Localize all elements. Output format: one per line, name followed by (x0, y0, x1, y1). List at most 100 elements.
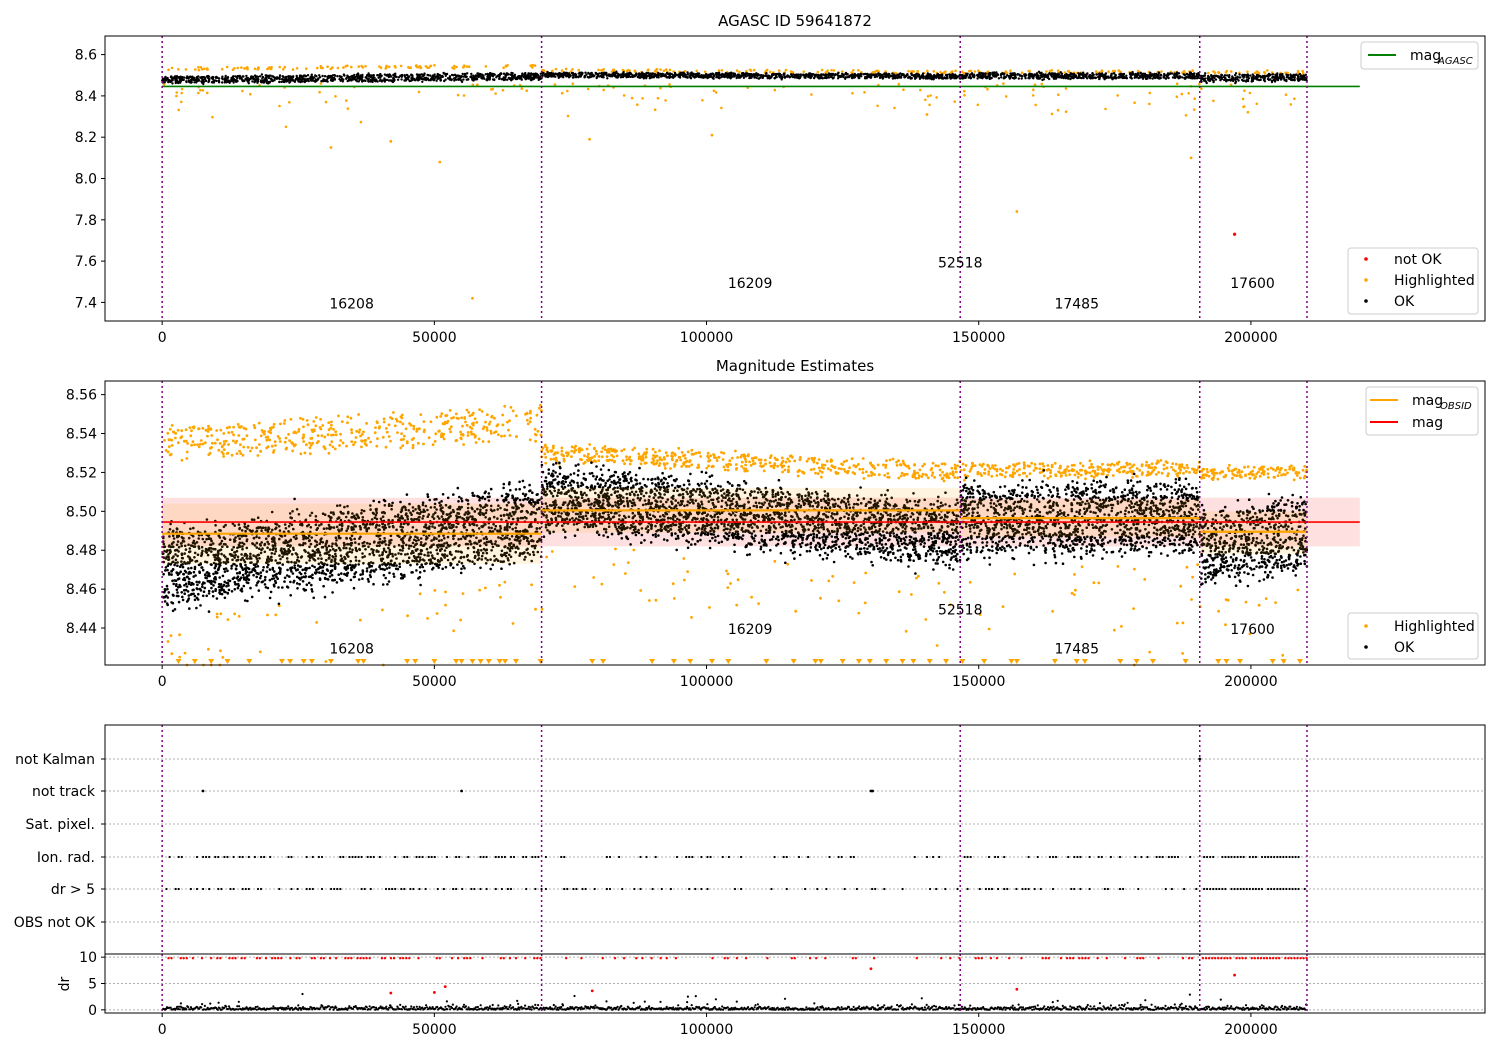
ok-point (1008, 77, 1011, 80)
highlighted-point (1160, 70, 1163, 73)
highlighted-point (1009, 69, 1012, 72)
highlighted-point (841, 463, 844, 466)
highlighted-point (788, 454, 792, 458)
highlighted-point (1175, 82, 1179, 85)
highlighted-point (330, 433, 333, 437)
highlighted-point (231, 68, 235, 71)
ok-point (783, 75, 786, 79)
ok-point (1133, 76, 1136, 80)
highlighted-point (1084, 477, 1087, 481)
ok-point (925, 74, 928, 77)
ok-point (191, 75, 194, 78)
ok-point (1232, 79, 1235, 83)
highlighted-point (857, 69, 860, 72)
ok-point (1023, 73, 1026, 77)
highlighted-point (897, 476, 901, 480)
ok-point (471, 78, 474, 82)
highlighted-point (448, 427, 452, 431)
highlighted-point (744, 463, 747, 467)
highlighted-point (485, 428, 489, 432)
highlighted-point (607, 450, 611, 454)
highlighted-point (1075, 470, 1079, 474)
highlighted-point (306, 423, 310, 427)
highlighted-point (211, 441, 214, 445)
ok-point (262, 81, 265, 84)
highlighted-point (1232, 468, 1236, 472)
highlighted-point (1059, 464, 1062, 468)
highlighted-point (919, 88, 922, 92)
highlighted-point (443, 420, 447, 424)
highlighted-point (345, 99, 348, 102)
highlighted-point (757, 602, 760, 605)
highlighted-point (1059, 475, 1063, 478)
ok-point (500, 72, 503, 76)
highlighted-point (734, 463, 738, 466)
highlighted-point (455, 416, 459, 420)
ok-point (364, 79, 367, 83)
highlighted-point (1028, 69, 1031, 73)
highlighted-point (658, 458, 662, 461)
highlighted-point (227, 443, 230, 446)
highlighted-point (192, 426, 196, 430)
highlighted-point (1248, 476, 1252, 480)
ok-point (668, 73, 671, 76)
ok-point (395, 75, 398, 79)
highlighted-point (597, 68, 600, 72)
highlighted-point (1005, 466, 1008, 470)
highlighted-point (435, 415, 439, 419)
highlighted-point (501, 423, 505, 427)
ok-point (945, 76, 948, 80)
ok-point (234, 75, 237, 78)
ok-point (310, 76, 313, 79)
highlighted-point (651, 457, 655, 461)
highlighted-point (359, 120, 363, 124)
highlighted-point (1191, 467, 1194, 471)
ok-point (1035, 72, 1039, 75)
ok-point (415, 569, 418, 572)
ok-point (857, 75, 861, 79)
highlighted-point (525, 418, 529, 422)
ok-point (359, 77, 362, 81)
highlighted-point (1046, 464, 1050, 467)
highlighted-point (740, 465, 744, 468)
highlighted-point (332, 427, 335, 431)
highlighted-point (692, 452, 696, 456)
highlighted-point (384, 427, 388, 430)
highlighted-point (1162, 467, 1166, 471)
highlighted-point (1276, 474, 1280, 477)
y-tick-label: 8.6 (75, 48, 97, 64)
highlighted-point (641, 97, 644, 100)
ok-point (596, 75, 600, 78)
highlighted-point (1274, 601, 1277, 604)
highlighted-point (340, 420, 344, 423)
highlighted-point (256, 454, 260, 457)
highlighted-point (478, 408, 481, 411)
highlighted-point (626, 68, 630, 72)
agasc-legend: magAGASC (1360, 41, 1479, 70)
highlighted-point (1244, 600, 1248, 604)
highlighted-point (891, 457, 895, 461)
ok-point (533, 76, 536, 80)
highlighted-point (485, 426, 489, 430)
ok-point (1111, 78, 1114, 81)
highlighted-point (455, 439, 459, 442)
highlighted-point (1286, 471, 1289, 475)
highlighted-point (735, 467, 738, 471)
highlighted-point (1011, 473, 1015, 477)
highlighted-point (399, 446, 403, 450)
ok-point (322, 80, 325, 83)
ok-point (461, 72, 464, 76)
highlighted-point (467, 411, 471, 414)
highlighted-point (717, 69, 721, 72)
y-tick-label: 8.0 (75, 172, 97, 188)
ok-point (338, 75, 341, 78)
highlighted-point (1008, 465, 1011, 468)
ok-point (474, 77, 477, 80)
highlighted-point (465, 408, 469, 412)
highlighted-point (862, 477, 866, 480)
highlighted-point (315, 441, 319, 445)
highlighted-point (707, 459, 710, 463)
highlighted-point (796, 474, 800, 478)
highlighted-point (334, 95, 337, 98)
highlighted-point (324, 660, 328, 663)
